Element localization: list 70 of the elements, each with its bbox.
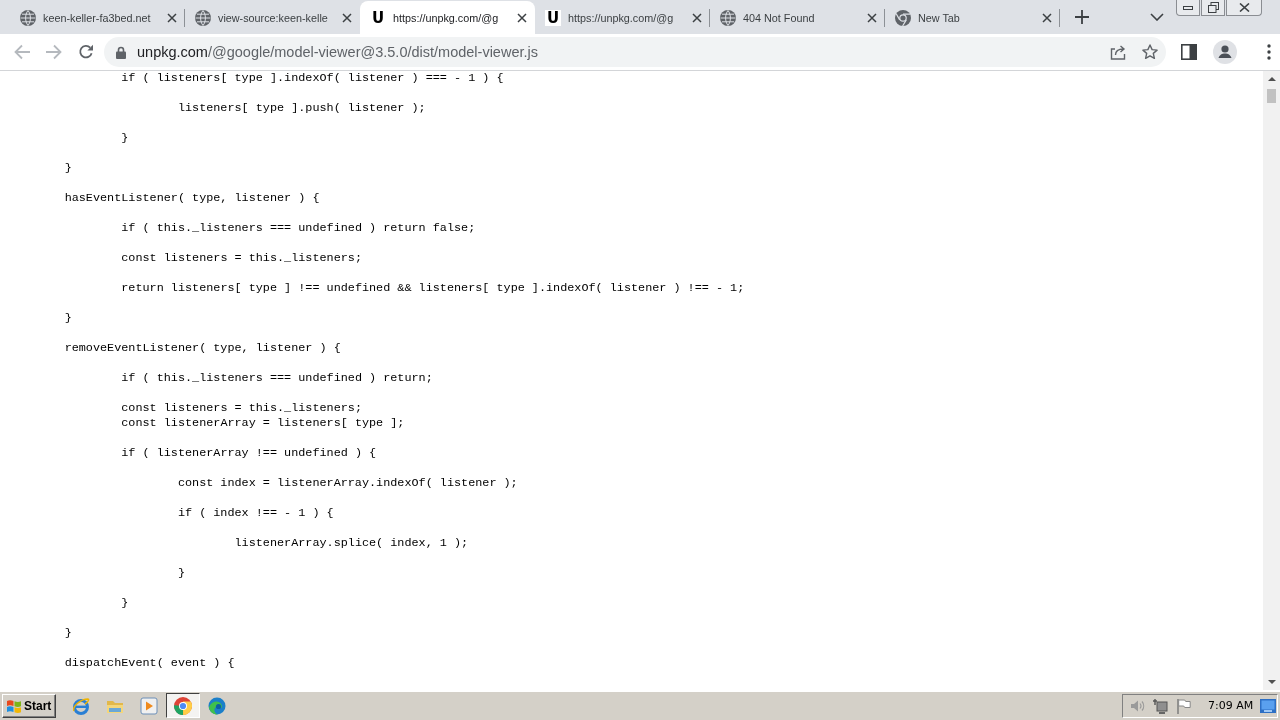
- scrollbar[interactable]: [1263, 71, 1280, 690]
- taskbar-button[interactable]: [166, 693, 201, 718]
- network-icon[interactable]: [1152, 697, 1168, 714]
- site-logo: U: [545, 9, 561, 26]
- close-icon[interactable]: [867, 12, 877, 23]
- code-line: if ( this._listeners === undefined ) return false;: [121, 221, 476, 236]
- code-line: }: [121, 596, 129, 611]
- scroll-up-icon[interactable]: [1267, 77, 1276, 81]
- ring-logo-icon: [895, 9, 911, 26]
- browser-tab[interactable]: U https://unpkg.com/@g: [535, 1, 710, 34]
- chevron-down-icon[interactable]: [1150, 13, 1164, 21]
- code-line: return listeners[ type ] !== undefined && listeners[ type ].indexOf( listener ) !== - 1;: [121, 281, 745, 296]
- code-line: const listenerArray = listeners[ type ];: [121, 416, 405, 431]
- code-line: hasEventListener( type, listener ) {: [64, 191, 320, 206]
- flag-icon[interactable]: [1175, 697, 1191, 714]
- browser-tab[interactable]: U https://unpkg.com/@g: [360, 1, 535, 34]
- minimize-button[interactable]: [1176, 0, 1200, 16]
- code-line: const index = listenerArray.indexOf( listener );: [177, 476, 518, 491]
- code-line: if ( listeners[ type ].indexOf( listener ) === - 1 ) {: [121, 71, 504, 86]
- code-line: }: [64, 626, 72, 641]
- browser-tab[interactable]: New Tab: [885, 1, 1060, 34]
- restore-icon: [1207, 2, 1219, 13]
- close-icon[interactable]: [517, 12, 527, 23]
- plus-icon[interactable]: [1075, 10, 1089, 24]
- close-icon[interactable]: [692, 12, 702, 23]
- address-field[interactable]: unpkg.com/@google/model-viewer@3.5.0/dist/model-viewer.js: [104, 37, 1166, 67]
- code-line: dispatchEvent( event ) {: [64, 656, 235, 671]
- code-line: }: [64, 161, 72, 176]
- code-line: if ( this._listeners === undefined ) return;: [121, 371, 433, 386]
- browser-tab[interactable]: view-source:keen-kelle: [185, 1, 360, 34]
- code-line: listenerArray.splice( index, 1 );: [234, 536, 469, 551]
- code-line: const listeners = this._listeners;: [121, 401, 362, 416]
- clock-time[interactable]: 7:09 AM: [1208, 699, 1254, 712]
- code-line: const listeners = this._listeners;: [121, 251, 362, 266]
- windows-flag-icon: [6, 697, 22, 714]
- reload-icon[interactable]: [78, 44, 94, 60]
- close-icon[interactable]: [167, 12, 177, 23]
- site-logo: U: [370, 9, 386, 26]
- close-icon[interactable]: [1042, 12, 1052, 23]
- browser-tab[interactable]: keen-keller-fa3bed.net: [10, 1, 185, 34]
- swirl-logo-icon[interactable]: [208, 696, 227, 715]
- ring-logo-icon[interactable]: [174, 696, 193, 715]
- e-logo-icon[interactable]: [72, 696, 91, 715]
- code-line: removeEventListener( type, listener ) {: [64, 341, 341, 356]
- code-line: listeners[ type ].push( listener );: [177, 101, 426, 116]
- code-line: if ( index !== - 1 ) {: [177, 506, 334, 521]
- start-button[interactable]: Start: [2, 693, 57, 718]
- close-icon[interactable]: [342, 12, 352, 23]
- menu-icon[interactable]: [1267, 44, 1271, 60]
- profile-icon[interactable]: [1213, 40, 1237, 64]
- code-line: }: [121, 131, 129, 146]
- code-line: if ( listenerArray !== undefined ) {: [121, 446, 377, 461]
- code-line: }: [177, 566, 185, 581]
- lock-icon: [116, 45, 126, 59]
- globe-icon: [195, 9, 211, 26]
- scroll-down-icon[interactable]: [1267, 680, 1276, 684]
- side-panel-icon[interactable]: [1181, 44, 1197, 60]
- star-icon[interactable]: [1142, 44, 1158, 60]
- restore-button[interactable]: [1201, 0, 1225, 16]
- share-icon[interactable]: [1110, 44, 1126, 60]
- globe-icon: [720, 9, 736, 26]
- globe-icon: [20, 9, 36, 26]
- close-window-button[interactable]: [1226, 0, 1262, 16]
- close-icon: [1238, 3, 1250, 12]
- browser-tab[interactable]: 404 Not Found: [710, 1, 885, 34]
- minimize-icon: [1183, 5, 1193, 10]
- desktop-icon[interactable]: [1260, 697, 1277, 714]
- url-text: unpkg.com/@google/model-viewer@3.5.0/dist/model-viewer.js: [137, 44, 538, 60]
- code-line: }: [64, 311, 72, 326]
- scrollbar-thumb[interactable]: [1267, 89, 1276, 103]
